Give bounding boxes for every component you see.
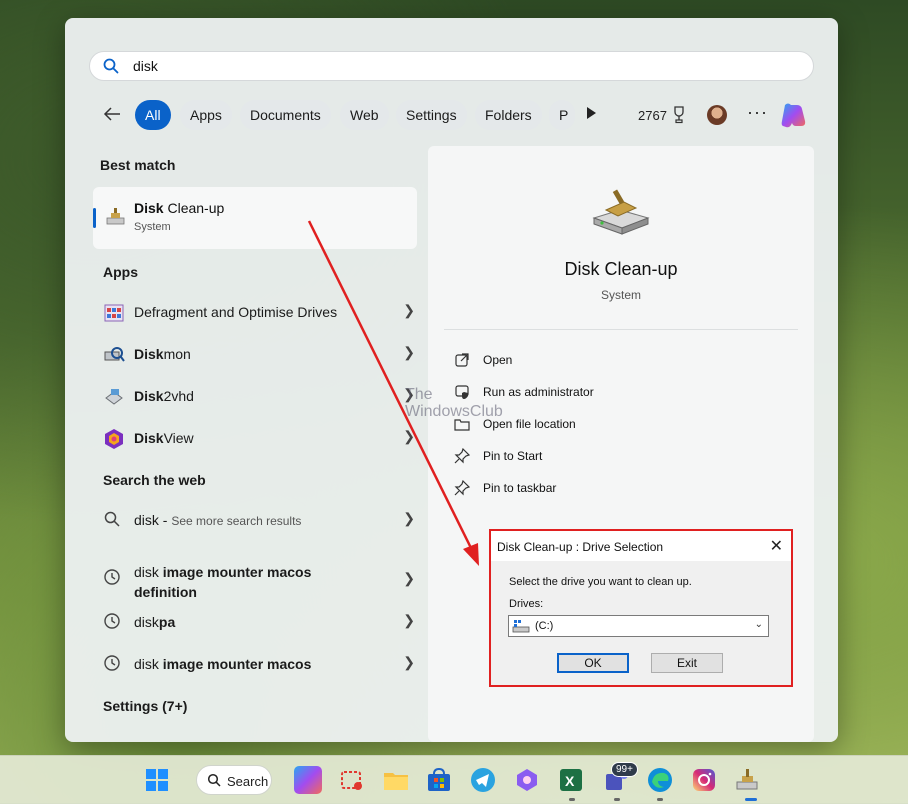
running-indicator [614,798,620,801]
drive-selection-dialog: Disk Clean-up : Drive Selection ✕ Select… [489,529,793,687]
taskbar: Search X 99+ [0,755,908,804]
app-icon-purple[interactable] [513,766,541,794]
svg-text:X: X [565,773,575,789]
dialog-title: Disk Clean-up : Drive Selection [497,540,664,554]
running-indicator [569,798,575,801]
chevron-down-icon[interactable]: ⌄ [755,619,763,630]
close-icon[interactable]: ✕ [770,536,783,556]
search-icon [207,773,221,790]
active-indicator [745,798,757,801]
disk-cleanup-taskbar-icon[interactable] [734,766,762,794]
drive-select-value: (C:) [535,620,554,632]
edge-icon[interactable] [646,766,674,794]
file-explorer-icon[interactable] [382,766,410,794]
telegram-icon[interactable] [469,766,497,794]
excel-icon[interactable]: X [557,766,585,794]
exit-button[interactable]: Exit [651,653,723,673]
drives-label: Drives: [509,598,544,610]
drive-icon [512,619,530,636]
microsoft-store-icon[interactable] [425,766,453,794]
instagram-icon[interactable] [690,766,718,794]
notification-badge: 99+ [611,762,638,777]
running-indicator [657,798,663,801]
ok-button[interactable]: OK [557,653,629,673]
drive-select[interactable]: (C:) ⌄ [508,615,769,637]
taskbar-search-label: Search [227,774,269,789]
taskbar-search[interactable]: Search [196,765,272,795]
dialog-prompt: Select the drive you want to clean up. [509,576,692,588]
snipping-tool-icon[interactable] [338,766,366,794]
copilot-pre-icon[interactable] [294,766,322,794]
dialog-body: Select the drive you want to clean up. D… [491,561,791,685]
windows-start-icon[interactable] [143,766,171,794]
